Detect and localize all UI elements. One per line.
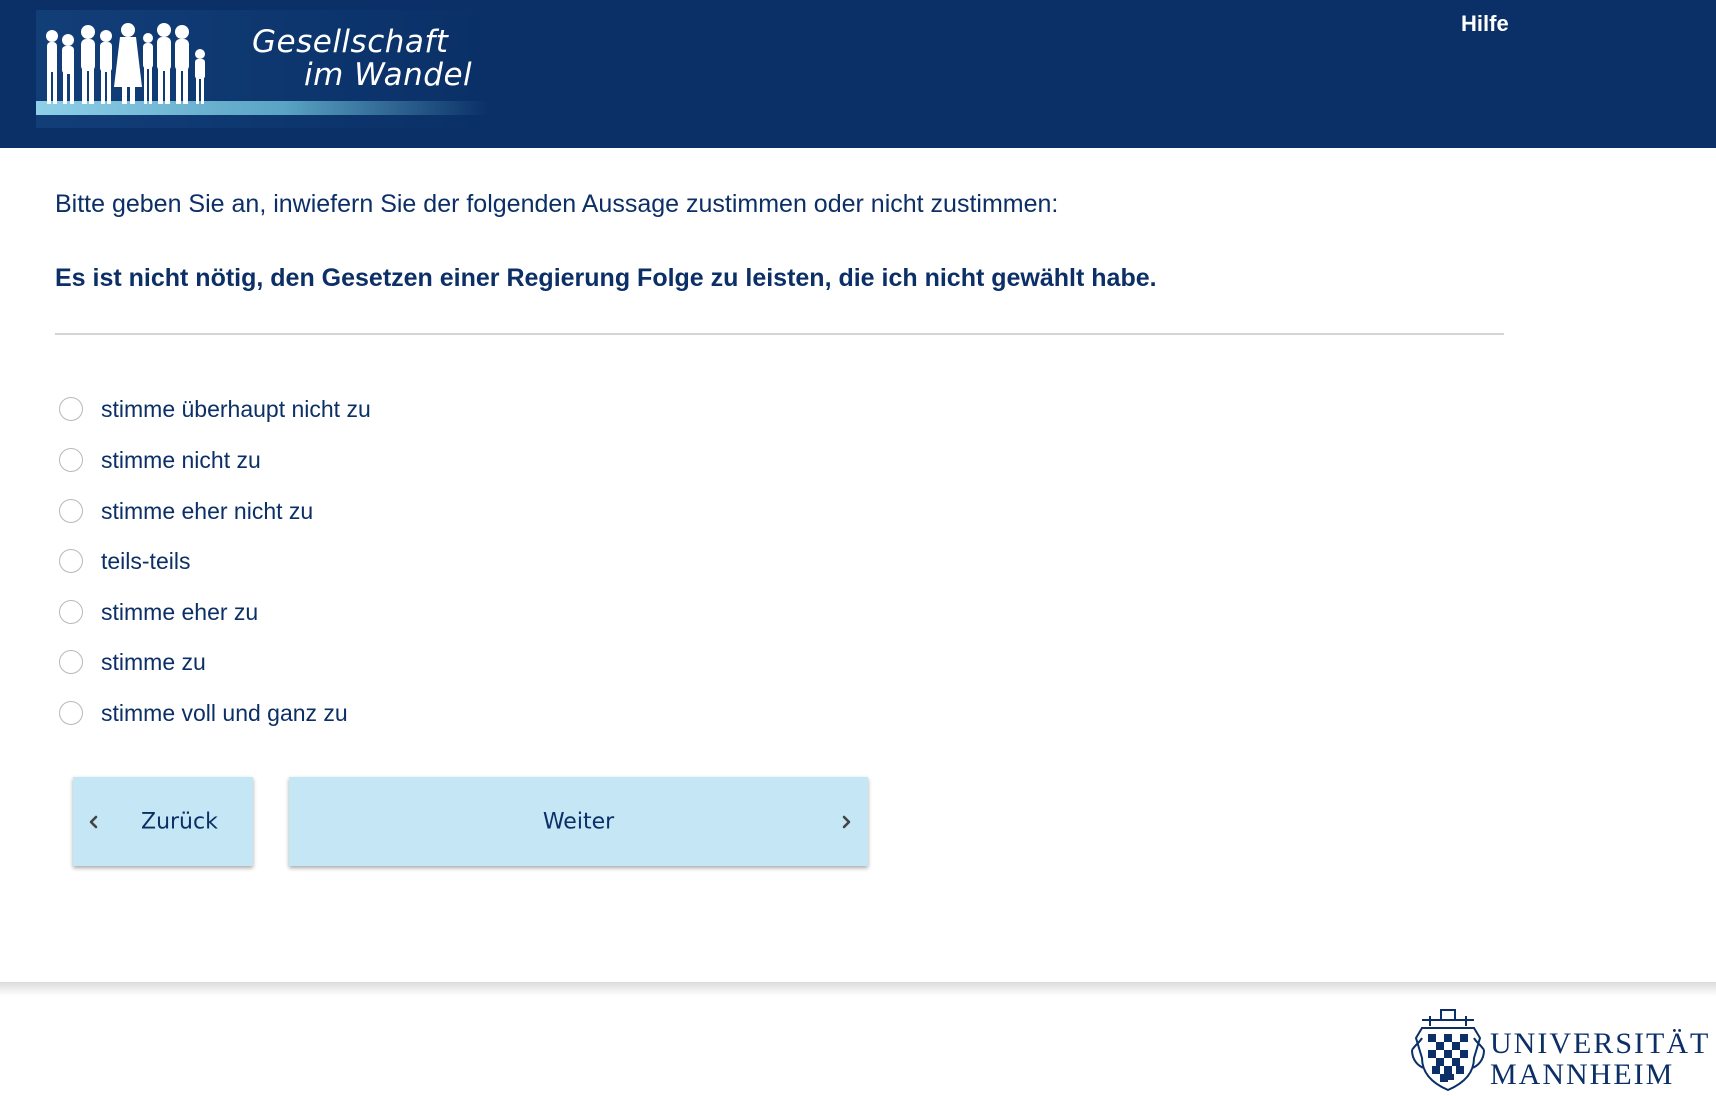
radio-button[interactable]: [59, 549, 83, 573]
option-label: stimme voll und ganz zu: [101, 699, 348, 726]
option-stimme-eher-zu[interactable]: stimme eher zu: [59, 592, 258, 632]
logo-text-line1: Gesellschaft: [252, 24, 449, 60]
back-button[interactable]: Zurück: [73, 777, 253, 866]
next-button[interactable]: Weiter: [289, 777, 868, 866]
university-crest-icon: [1411, 1009, 1485, 1092]
header-bar: Gesellschaft im Wandel Hilfe: [0, 0, 1716, 148]
radio-button[interactable]: [59, 701, 83, 725]
radio-button[interactable]: [59, 397, 83, 421]
option-label: teils-teils: [101, 547, 191, 574]
gesellschaft-im-wandel-logo: Gesellschaft im Wandel: [36, 10, 488, 128]
chevron-right-icon: [842, 815, 851, 828]
question-statement: Es ist nicht nötig, den Gesetzen einer R…: [55, 264, 1157, 292]
option-stimme-ueberhaupt-nicht-zu[interactable]: stimme überhaupt nicht zu: [59, 389, 371, 429]
option-label: stimme nicht zu: [101, 446, 261, 473]
radio-button[interactable]: [59, 600, 83, 624]
option-stimme-eher-nicht-zu[interactable]: stimme eher nicht zu: [59, 491, 313, 531]
option-label: stimme überhaupt nicht zu: [101, 395, 371, 422]
option-teils-teils[interactable]: teils-teils: [59, 541, 190, 581]
logo-text-line2: im Wandel: [304, 57, 473, 93]
chevron-left-icon: [89, 815, 98, 828]
option-label: stimme eher nicht zu: [101, 497, 314, 524]
option-label: stimme zu: [101, 648, 206, 675]
option-stimme-nicht-zu[interactable]: stimme nicht zu: [59, 440, 261, 480]
option-stimme-zu[interactable]: stimme zu: [59, 642, 206, 682]
footer-divider: [0, 982, 1716, 996]
help-link[interactable]: Hilfe: [1461, 11, 1509, 37]
option-stimme-voll-und-ganz-zu[interactable]: stimme voll und ganz zu: [59, 693, 348, 733]
university-line2: MANNHEIM: [1490, 1058, 1675, 1091]
option-label: stimme eher zu: [101, 598, 259, 625]
university-name: UNIVERSITÄT MANNHEIM: [1490, 1028, 1710, 1090]
next-button-label: Weiter: [542, 809, 615, 834]
radio-button[interactable]: [59, 448, 83, 472]
question-intro: Bitte geben Sie an, inwiefern Sie der fo…: [55, 190, 1059, 218]
radio-button[interactable]: [59, 650, 83, 674]
back-button-label: Zurück: [141, 809, 218, 834]
university-line1: UNIVERSITÄT: [1490, 1027, 1711, 1060]
radio-button[interactable]: [59, 499, 83, 523]
divider: [55, 333, 1504, 335]
